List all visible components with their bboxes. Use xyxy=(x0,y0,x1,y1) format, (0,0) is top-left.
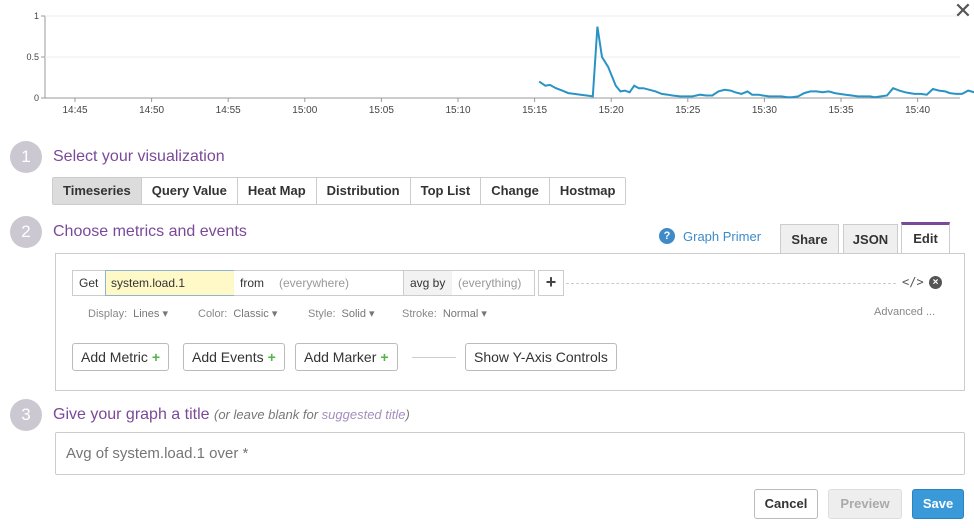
add-metric-button[interactable]: Add Metric + xyxy=(72,343,170,371)
series-line xyxy=(538,26,974,99)
y-tick-label: 0.5 xyxy=(26,52,39,62)
add-metric-label: Add Metric xyxy=(81,349,148,365)
x-tick-label: 15:10 xyxy=(445,105,470,116)
color-select[interactable]: Classic ▾ xyxy=(233,308,277,320)
add-events-label: Add Events xyxy=(192,349,264,365)
display-label: Display: xyxy=(88,308,128,320)
viz-tab-query-value[interactable]: Query Value xyxy=(141,178,238,204)
x-tick-label: 15:20 xyxy=(599,105,624,116)
help-icon: ? xyxy=(659,228,675,244)
x-tick-label: 15:00 xyxy=(292,105,317,116)
x-tick-label: 15:25 xyxy=(675,105,700,116)
subtitle-before: (or leave blank for xyxy=(213,407,322,422)
plus-icon: + xyxy=(267,349,276,365)
add-function-button[interactable]: + xyxy=(538,270,564,296)
x-tick-label: 15:30 xyxy=(752,105,777,116)
remove-metric-icon[interactable]: × xyxy=(929,276,942,289)
viz-tab-top-list[interactable]: Top List xyxy=(410,178,482,204)
save-button[interactable]: Save xyxy=(912,489,964,519)
advanced-link[interactable]: Advanced ... xyxy=(874,306,935,318)
plus-icon: + xyxy=(151,349,161,365)
style-select[interactable]: Solid ▾ xyxy=(342,308,375,320)
tab-share[interactable]: Share xyxy=(780,224,839,254)
step-1-title: Select your visualization xyxy=(53,148,225,165)
metric-input[interactable]: system.load.1 xyxy=(105,270,235,296)
x-tick-label: 15:15 xyxy=(522,105,547,116)
step-3-subtitle: (or leave blank for suggested title) xyxy=(214,407,410,422)
suggested-title-link[interactable]: suggested title xyxy=(322,407,406,422)
x-tick-label: 15:40 xyxy=(905,105,930,116)
tab-json[interactable]: JSON xyxy=(843,224,898,254)
step-2-badge: 2 xyxy=(10,216,42,248)
avg-by-input[interactable]: (everything) xyxy=(452,270,535,296)
query-divider xyxy=(566,283,896,284)
stroke-option: Stroke: Normal ▾ xyxy=(402,307,487,320)
color-option: Color: Classic ▾ xyxy=(198,307,277,320)
step-3-badge: 3 xyxy=(10,399,42,431)
from-scope-input[interactable]: (everywhere) xyxy=(273,270,404,296)
x-tick-label: 14:50 xyxy=(139,105,164,116)
visualization-tabs: Timeseries Query Value Heat Map Distribu… xyxy=(52,177,627,205)
y-tick-label: 1 xyxy=(34,11,39,21)
viz-tab-timeseries[interactable]: Timeseries xyxy=(53,178,142,204)
show-y-axis-controls-button[interactable]: Show Y-Axis Controls xyxy=(465,343,617,371)
from-label: from xyxy=(234,270,274,296)
x-tick-label: 15:05 xyxy=(369,105,394,116)
stroke-select[interactable]: Normal ▾ xyxy=(443,308,487,320)
subtitle-after: ) xyxy=(405,407,410,422)
viz-tab-hostmap[interactable]: Hostmap xyxy=(549,178,626,204)
add-marker-button[interactable]: Add Marker + xyxy=(295,343,398,371)
color-label: Color: xyxy=(198,308,228,320)
add-marker-label: Add Marker xyxy=(304,349,377,365)
step-3-title-text: Give your graph a title xyxy=(53,406,210,423)
display-select[interactable]: Lines ▾ xyxy=(133,308,168,320)
viz-tab-heat-map[interactable]: Heat Map xyxy=(237,178,317,204)
actions-separator xyxy=(412,357,456,358)
style-label: Style: xyxy=(308,308,336,320)
code-icon[interactable]: </> xyxy=(902,275,924,289)
step-3-title: Give your graph a title (or leave blank … xyxy=(53,406,410,424)
graph-title-input[interactable] xyxy=(55,432,965,475)
x-tick-label: 14:55 xyxy=(216,105,241,116)
graph-primer-label: Graph Primer xyxy=(683,228,762,244)
timeseries-chart: 1 0.5 0 14:45 14:50 14:55 15:00 15:05 15:10 15:1… xyxy=(26,11,974,116)
stroke-label: Stroke: xyxy=(402,308,437,320)
close-icon[interactable]: ✕ xyxy=(953,1,973,23)
viz-tab-change[interactable]: Change xyxy=(481,178,550,204)
step-2-title: Choose metrics and events xyxy=(53,223,247,240)
x-tick-label: 15:35 xyxy=(828,105,853,116)
x-tick-label: 14:45 xyxy=(62,105,87,116)
add-events-button[interactable]: Add Events + xyxy=(183,343,285,371)
viz-tab-distribution[interactable]: Distribution xyxy=(316,178,411,204)
get-label: Get xyxy=(72,270,106,296)
graph-primer-link[interactable]: ? Graph Primer xyxy=(659,228,761,244)
plus-icon: + xyxy=(380,349,389,365)
y-tick-label: 0 xyxy=(34,93,39,103)
step-1-badge: 1 xyxy=(10,141,42,173)
avg-by-label: avg by xyxy=(403,270,453,296)
style-option: Style: Solid ▾ xyxy=(308,307,375,320)
display-option: Display: Lines ▾ xyxy=(88,307,168,320)
tab-edit[interactable]: Edit xyxy=(901,222,950,253)
cancel-button[interactable]: Cancel xyxy=(754,489,818,519)
preview-button[interactable]: Preview xyxy=(828,489,902,519)
